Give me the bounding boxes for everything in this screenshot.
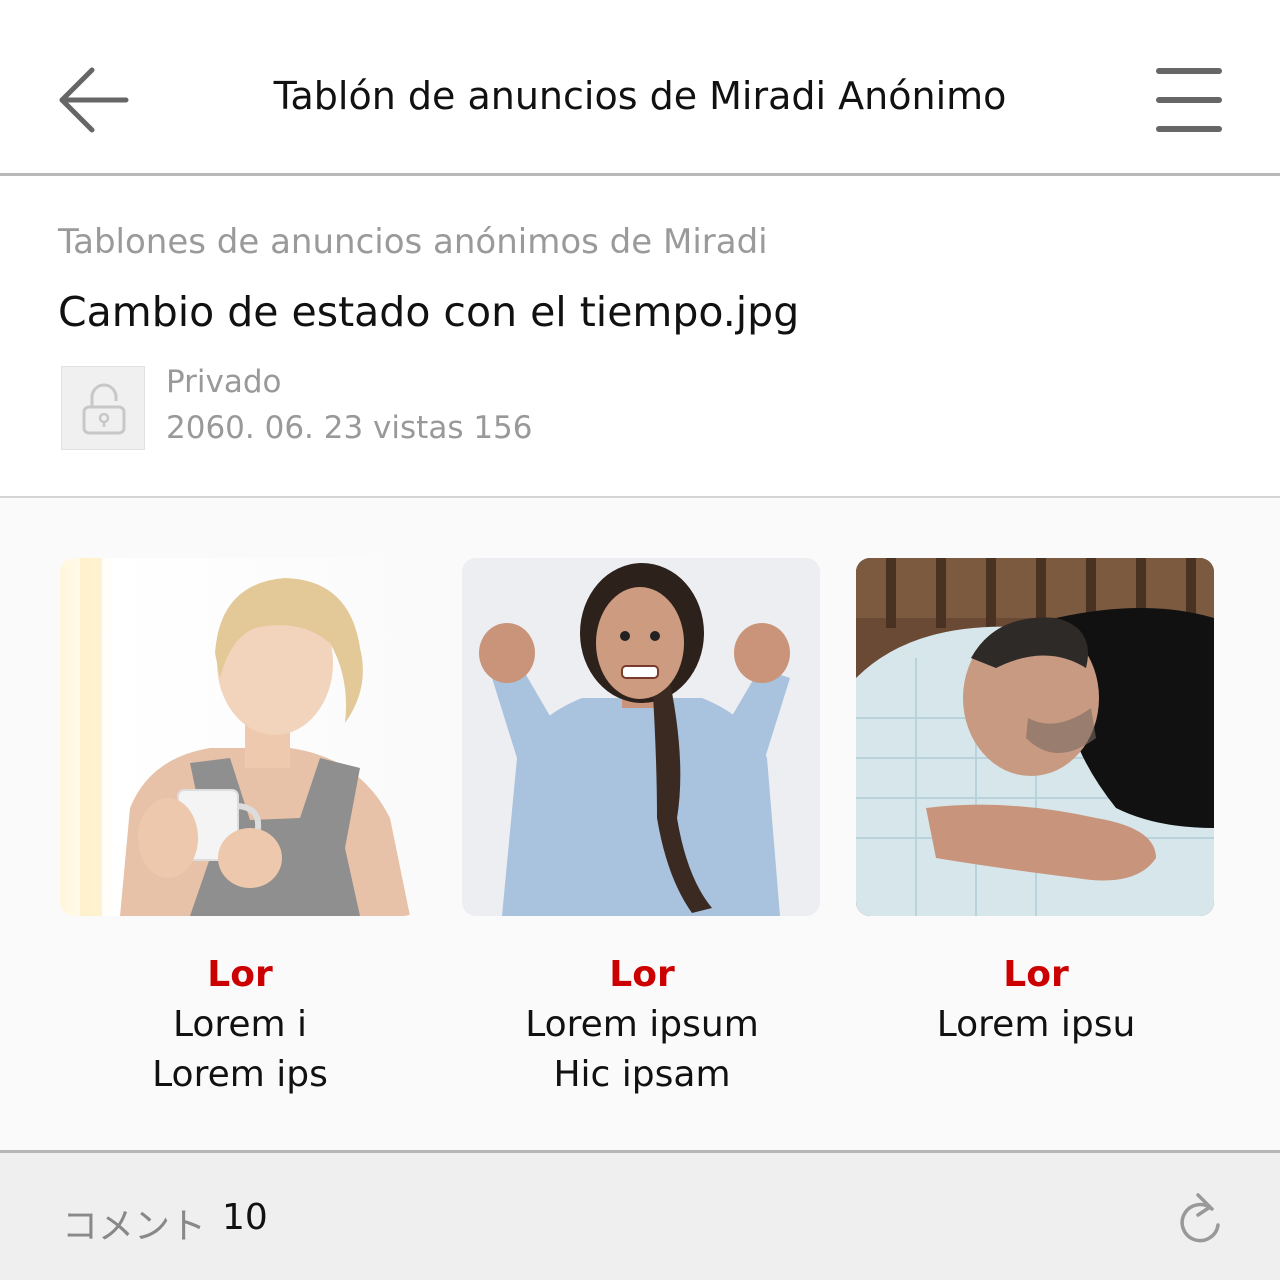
card-line: Lorem ipsum: [525, 1004, 759, 1045]
arrow-left-icon: [59, 67, 129, 133]
refresh-button[interactable]: [1172, 1189, 1228, 1249]
card-caption-2: Lor Lorem ipsum Hic ipsam: [462, 950, 822, 1100]
card-label: Lor: [207, 954, 273, 995]
post-meta: Tablones de anuncios anónimos de Miradi …: [0, 176, 1280, 498]
card-label: Lor: [1003, 954, 1069, 995]
card-label: Lor: [609, 954, 675, 995]
app-header: Tablón de anuncios de Miradi Anónimo: [0, 0, 1280, 176]
page-title: Tablón de anuncios de Miradi Anónimo: [273, 74, 1007, 118]
refresh-icon: [1180, 1193, 1220, 1243]
hamburger-menu-icon: [1156, 68, 1222, 132]
comment-count: 10: [222, 1197, 268, 1238]
author-name: Privado: [166, 364, 282, 400]
comment-label[interactable]: コメント: [62, 1197, 206, 1249]
image-card-2[interactable]: Lor Lorem ipsum Hic ipsam: [462, 558, 822, 1100]
menu-button[interactable]: [1150, 62, 1230, 138]
post-content: Lor Lorem i Lorem ips Lor Lorem ipsum Hi…: [0, 498, 1280, 1150]
card-line: Hic ipsam: [553, 1054, 731, 1095]
post-date-views: 2060. 06. 23 vistas 156: [166, 410, 533, 446]
image-card-1[interactable]: Lor Lorem i Lorem ips: [60, 558, 420, 1100]
photo-tired-man-in-bed: [856, 558, 1214, 916]
author-avatar: [61, 366, 145, 450]
card-caption-1: Lor Lorem i Lorem ips: [60, 950, 420, 1100]
card-line: Lorem i: [172, 1004, 308, 1045]
comment-bar: コメント 10: [0, 1150, 1280, 1280]
board-name[interactable]: Tablones de anuncios anónimos de Miradi: [58, 222, 768, 262]
card-caption-3: Lor Lorem ipsu: [856, 950, 1216, 1050]
photo-woman-with-mug: [60, 558, 418, 916]
image-card-3[interactable]: Lor Lorem ipsu: [856, 558, 1216, 1050]
back-button[interactable]: [52, 60, 136, 140]
photo-angry-woman: [462, 558, 820, 916]
card-line: Lorem ipsu: [936, 1004, 1136, 1045]
lock-icon: [82, 383, 126, 435]
card-line: Lorem ips: [152, 1054, 328, 1095]
post-title: Cambio de estado con el tiempo.jpg: [58, 288, 800, 336]
